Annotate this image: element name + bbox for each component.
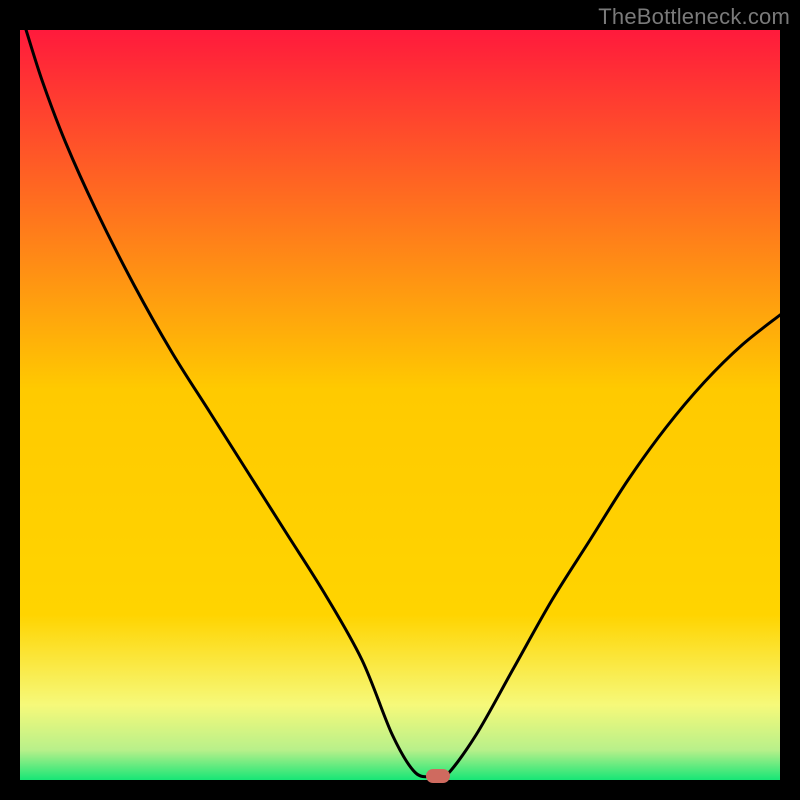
plot-svg bbox=[20, 30, 780, 780]
watermark-text: TheBottleneck.com bbox=[598, 4, 790, 30]
gradient-background bbox=[20, 30, 780, 780]
chart-frame: TheBottleneck.com bbox=[0, 0, 800, 800]
plot-area bbox=[20, 30, 780, 780]
optimal-marker bbox=[426, 769, 450, 783]
